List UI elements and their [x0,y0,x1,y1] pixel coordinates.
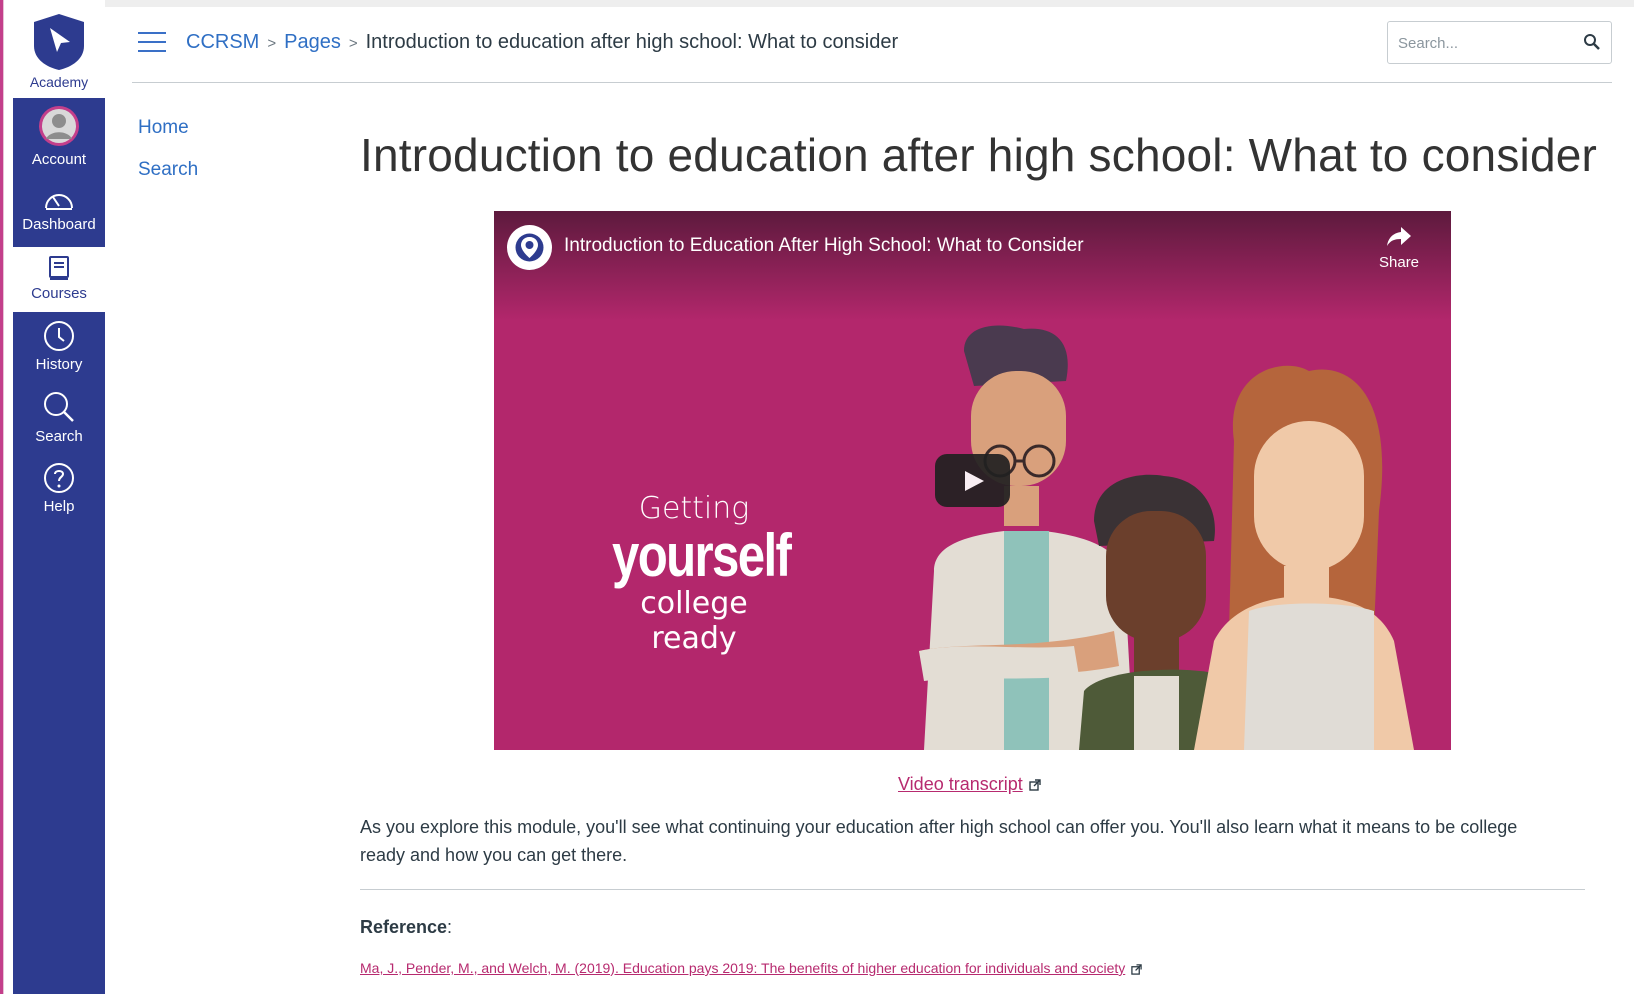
reference-label: Reference [360,917,448,937]
search-input[interactable] [1398,32,1578,54]
reference-colon: : [447,917,453,937]
nav-account[interactable]: Account [13,100,105,170]
breadcrumb: CCRSM > Pages > Introduction to education af… [186,31,898,54]
promo-text: Getting yourself college ready [594,491,794,656]
promo-line-3: college ready [640,586,748,656]
intro-paragraph: As you explore this module, you'll see w… [360,817,1518,865]
nav-help-label: Help [43,498,75,515]
header-search [1387,21,1612,64]
dashboard-icon [45,194,73,210]
nav-help[interactable]: Help [13,462,105,522]
external-link-icon [1029,779,1041,791]
nav-account-label: Account [31,151,87,168]
reference-link-text: Ma, J., Pender, M., and Welch, M. (2019)… [360,960,1126,976]
nav-history-label: History [35,356,83,373]
global-nav: Academy Account Dashboard Courses Histor… [13,0,105,994]
video-transcript-link[interactable]: Video transcript [898,774,1041,795]
reference-link[interactable]: Ma, J., Pender, M., and Welch, M. (2019)… [360,960,1142,976]
play-button[interactable] [935,454,1010,507]
breadcrumb-separator: > [348,35,358,52]
search-icon [44,392,74,422]
course-nav-home[interactable]: Home [138,117,198,139]
video-player[interactable]: Introduction to Education After High Sch… [494,211,1451,750]
window-edge-inner [3,0,13,994]
breadcrumb-separator: > [267,35,277,52]
nav-courses-label: Courses [31,285,87,302]
promo-line-2: yourself [612,522,792,589]
search-submit-icon[interactable] [1583,33,1601,51]
academy-logo-label: Academy [29,74,89,90]
hamburger-menu-icon[interactable] [138,32,166,54]
help-icon [44,463,74,493]
course-nav: Home Search [138,117,198,201]
page-title: Introduction to education after high sch… [360,129,1598,181]
nav-courses[interactable]: Courses [13,247,105,312]
avatar-icon [39,106,79,146]
top-bar [105,0,1634,7]
shield-logo-icon [34,14,84,70]
external-link-icon [1131,964,1142,975]
page: Academy Account Dashboard Courses Histor… [0,0,1634,994]
content-divider [360,889,1585,890]
page-header: CCRSM > Pages > Introduction to education af… [132,8,1612,83]
breadcrumb-pages[interactable]: Pages [284,31,341,53]
promo-line-1: Getting [638,491,750,526]
video-transcript-text: Video transcript [898,774,1023,794]
courses-icon [49,256,69,280]
nav-dashboard-label: Dashboard [22,216,96,233]
main-content: Introduction to education after high sch… [360,128,1598,182]
clock-icon [44,321,74,351]
breadcrumb-course[interactable]: CCRSM [186,31,259,53]
reference-heading: Reference: [360,917,452,938]
nav-dashboard[interactable]: Dashboard [13,188,105,243]
course-nav-search[interactable]: Search [138,159,198,181]
nav-history[interactable]: History [13,320,105,380]
academy-logo[interactable]: Academy [13,0,105,98]
nav-search[interactable]: Search [13,390,105,450]
nav-search-label: Search [35,428,83,445]
breadcrumb-current: Introduction to education after high sch… [365,31,899,53]
